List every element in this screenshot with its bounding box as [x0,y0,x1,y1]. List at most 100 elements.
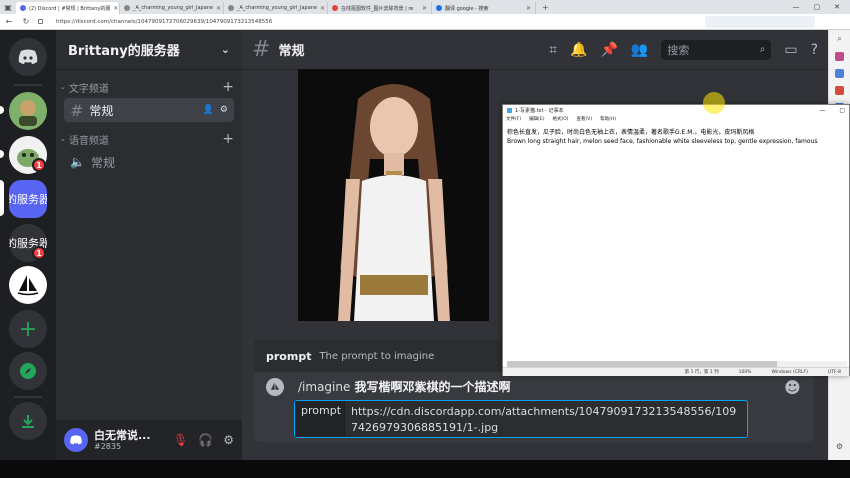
tools-icon[interactable] [835,69,844,78]
portrait-photo [298,69,489,321]
threads-icon[interactable]: ⌗ [549,42,557,58]
prompt-field[interactable]: prompt https://cdn.discordapp.com/attach… [294,400,748,438]
search-icon: ⌕ [759,44,766,55]
help-icon[interactable]: ? [811,42,818,58]
menu-edit[interactable]: 编辑(E) [529,116,544,122]
channel-title: 常规 [278,44,305,59]
channel-sidebar: Brittany的服务器 ⌄ ⌄ 文字频道 + # 常规 👤 ⚙ ⌄ 语音频道 … [56,30,242,460]
minimize-icon[interactable]: — [793,3,800,11]
username: 白无常说... [94,428,151,442]
close-tab-icon[interactable]: ✕ [216,5,221,12]
headphones-icon[interactable]: 🎧 [198,433,213,447]
user-info[interactable]: 白无常说... #2835 [94,428,151,451]
attached-image[interactable] [298,69,489,321]
channel-header: # 常规 ⌗ 🔔 📌 👥 搜索 ⌕ ▭ ? [242,30,828,70]
user-tag: #2835 [94,441,122,451]
close-tab-icon[interactable]: ✕ [320,5,325,12]
guild-divider [14,84,42,86]
search-placeholder: 搜索 [667,43,690,57]
create-channel-icon[interactable]: + [222,131,234,147]
shopping-icon[interactable] [835,52,844,61]
notepad-statusbar: 第 1 行，第 1 列 100% Windows (CRLF) UTF-8 [503,367,849,376]
minimize-icon[interactable]: — [819,107,825,114]
close-tab-icon[interactable]: ✕ [422,5,427,12]
back-icon[interactable]: ← [4,17,14,26]
browser-tab[interactable]: 翻译 google - 搜索 ✕ [432,2,536,14]
category-voice[interactable]: ⌄ 语音频道 + [56,130,242,148]
hash-icon: # [70,100,84,120]
guild-divider [14,396,42,398]
line-ending: Windows (CRLF) [771,369,808,375]
header-toolbar: ⌗ 🔔 📌 👥 搜索 ⌕ ▭ ? [549,39,818,60]
emoji-icon[interactable]: ☻ [784,378,801,397]
menu-file[interactable]: 文件(F) [506,116,521,122]
option-name: prompt [266,349,312,363]
window-menu-icon[interactable]: ▣ [0,0,16,14]
guild-avatar[interactable] [9,92,47,130]
url-field[interactable]: https://discord.com/channels/10479091727… [56,19,272,25]
chevron-down-icon: ⌄ [60,83,66,91]
inbox-icon[interactable]: ▭ [784,42,797,58]
menu-format[interactable]: 格式(O) [552,116,568,122]
invite-icon[interactable]: 👤 [203,105,214,115]
channel-item-voice[interactable]: 🔈 常规 [64,150,234,174]
new-tab-button[interactable]: + [536,3,555,12]
browser-tab-bar: ▣ (2) Discord | #常规 | Brittany的服 ✕ _A_cha… [0,0,850,14]
browser-tab[interactable]: _A_charming_young_girl_Japane ✕ [120,2,224,14]
server-header[interactable]: Brittany的服务器 ⌄ [56,30,242,70]
refresh-icon[interactable]: ↻ [21,17,31,26]
menu-view[interactable]: 查看(V) [577,116,593,122]
tab-label: 翻译 google - 搜索 [445,5,489,12]
browser-tab[interactable]: 在线抠图软件_图片去除背景 | re ✕ [328,2,432,14]
discord-logo-icon [18,49,38,64]
notepad-titlebar[interactable]: 1-写素猫.txt - 记事本 — ▢ [503,105,849,115]
tab-label: _A_charming_young_girl_Japane [237,5,318,11]
page-favicon-icon [332,5,338,11]
guild-image-icon [9,92,47,130]
gear-icon[interactable]: ⚙ [220,105,228,115]
guild-selected[interactable]: 的服务器 [9,180,47,218]
maximize-icon[interactable]: ▢ [814,3,821,11]
direct-messages-button[interactable] [9,38,47,76]
search-input[interactable]: 搜索 ⌕ [661,39,772,60]
category-label: 语音频道 [68,135,109,147]
explore-servers-button[interactable] [9,352,47,390]
maximize-icon[interactable]: ▢ [839,107,845,114]
channel-item-general[interactable]: # 常规 👤 ⚙ [64,98,234,122]
cursor-highlight [703,92,725,114]
office-icon[interactable] [835,86,844,95]
mute-mic-icon[interactable]: 🎙 [173,433,188,447]
page-favicon-icon [124,5,130,11]
menu-help[interactable]: 帮助(H) [600,116,616,122]
page-favicon-icon [228,5,234,11]
notepad-text-area[interactable]: 棕色长直发，瓜子脸，时尚白色无袖上衣，表情温柔，著名歌手G.E.M.，电影光，皮… [505,127,847,361]
prompt-value[interactable]: https://cdn.discordapp.com/attachments/1… [345,401,747,437]
pin-icon[interactable]: 📌 [600,42,617,58]
slash-command: /imagine [298,380,351,394]
browser-tab[interactable]: (2) Discord | #常规 | Brittany的服 ✕ [16,2,120,14]
create-channel-icon[interactable]: + [222,79,234,95]
speaker-icon: 🔈 [70,155,85,169]
bell-icon[interactable]: 🔔 [570,42,587,58]
category-text[interactable]: ⌄ 文字频道 + [56,78,242,96]
chevron-down-icon: ⌄ [220,43,230,56]
tab-label: (2) Discord | #常规 | Brittany的服 [29,5,111,12]
guild-label: 的服务器 [9,193,47,206]
close-tab-icon[interactable]: ✕ [526,5,531,12]
add-server-button[interactable]: + [9,310,47,348]
gear-icon[interactable]: ⚙ [836,442,843,451]
browser-tab[interactable]: _A_charming_young_girl_Japane ✕ [224,2,328,14]
members-icon[interactable]: 👥 [631,42,648,58]
discord-logo-icon [70,435,82,445]
gear-icon[interactable]: ⚙ [223,433,234,447]
download-apps-button[interactable] [9,402,47,440]
channel-label: 常规 [89,103,114,118]
user-controls: 🎙 🎧 ⚙ [173,433,234,447]
close-tab-icon[interactable]: ✕ [113,5,118,12]
search-icon[interactable]: ⌕ [837,34,841,44]
avatar[interactable] [64,428,88,452]
close-window-icon[interactable]: ✕ [834,3,840,11]
command-line[interactable]: /imagine 我写楷啊邓紫棋的一个描述啊 [298,378,511,395]
lock-icon[interactable] [38,19,43,24]
midjourney-guild[interactable] [9,266,47,304]
